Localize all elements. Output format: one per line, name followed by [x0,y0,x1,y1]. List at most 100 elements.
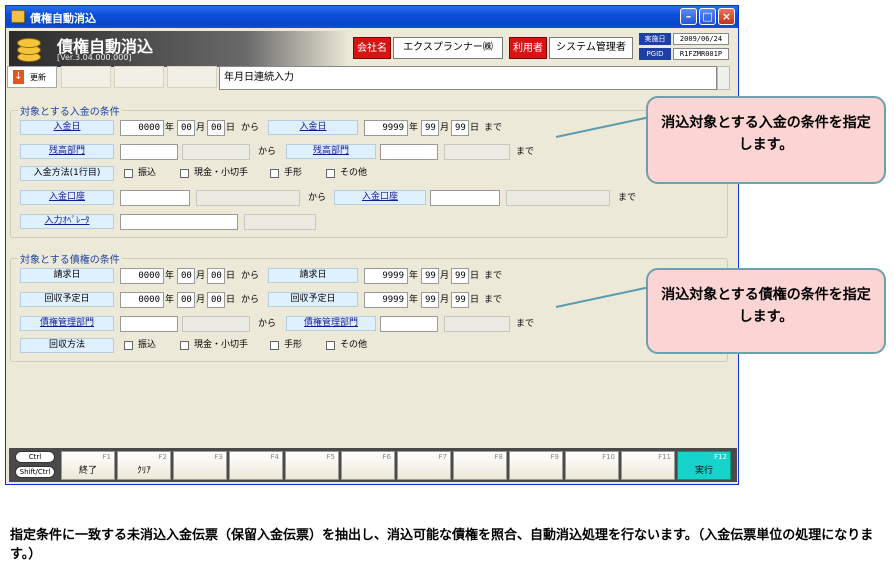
memo-field[interactable]: 年月日連続入力 [219,66,717,90]
mgmt-dept-from-label[interactable]: 債権管理部門 [20,316,114,331]
invoice-year-from[interactable]: 0000 [120,268,164,284]
header-title-area: 債権自動消込 [Ver.3.04.000.000] [9,31,349,67]
fkey-number: F8 [494,453,503,461]
unit-month: 月 [440,295,450,305]
operator-input[interactable] [120,214,238,230]
collection-cash-checkbox[interactable] [180,341,189,350]
collection-other-checkbox[interactable] [326,341,335,350]
deposit-date-from-label[interactable]: 入金日 [20,120,114,135]
unit-year: 年 [165,123,175,133]
balance-dept-from-label[interactable]: 残高部門 [20,144,114,159]
account-to-label[interactable]: 入金口座 [334,190,426,205]
f1-exit-button[interactable]: F1 終了 [61,451,115,480]
f5-button[interactable]: F5 [285,451,339,480]
function-key-bar: Ctrl Shift/Ctrl F1 終了 F2 ｸﾘｱ F3 F4 F5 F6 F… [9,448,737,482]
fkey-number: F2 [158,453,167,461]
invoice-day-from[interactable]: 00 [207,268,225,284]
method-transfer-checkbox[interactable] [124,169,133,178]
from-text: から [308,193,327,203]
deposit-month-to[interactable]: 99 [421,120,439,136]
fkey-number: F10 [602,453,615,461]
payment-callout: 消込対象とする入金の条件を指定します。 [646,96,886,184]
toolbar-blank-2[interactable] [114,66,164,88]
header-band: 債権自動消込 [Ver.3.04.000.000] 会社名 エクスプランナー㈱ … [9,31,735,67]
invoice-year-to[interactable]: 9999 [364,268,408,284]
to-text: まで [618,193,637,203]
collection-month-to[interactable]: 99 [421,292,439,308]
mgmt-dept-to-label[interactable]: 債権管理部門 [286,316,376,331]
deposit-date-to-label[interactable]: 入金日 [268,120,358,135]
update-label: 更新 [30,73,46,82]
invoice-month-from[interactable]: 00 [177,268,195,284]
unit-day: 日 [226,271,236,281]
method-cash-label: 現金・小切手 [194,168,249,178]
collection-year-from[interactable]: 0000 [120,292,164,308]
maximize-icon[interactable]: □ [699,8,716,25]
receivable-section-title: 対象とする債権の条件 [18,251,122,266]
f6-button[interactable]: F6 [341,451,395,480]
deposit-day-from[interactable]: 00 [207,120,225,136]
mgmt-dept-to-input[interactable] [380,316,438,332]
balance-dept-from-input[interactable] [120,144,178,160]
f4-button[interactable]: F4 [229,451,283,480]
f12-execute-button[interactable]: F12 実行 [677,451,731,480]
method-bill-checkbox[interactable] [270,169,279,178]
unit-month: 月 [196,271,206,281]
to-text: まで [484,123,503,133]
balance-dept-to-label[interactable]: 残高部門 [286,144,376,159]
invoice-day-to[interactable]: 99 [451,268,469,284]
f2-clear-button[interactable]: F2 ｸﾘｱ [117,451,171,480]
invoice-month-to[interactable]: 99 [421,268,439,284]
from-text: から [258,147,277,157]
f3-button[interactable]: F3 [173,451,227,480]
deposit-year-from[interactable]: 0000 [120,120,164,136]
minimize-icon[interactable]: – [680,8,697,25]
receivable-callout: 消込対象とする債権の条件を指定します。 [646,268,886,354]
collection-day-to[interactable]: 99 [451,292,469,308]
account-from-name [196,190,300,206]
deposit-month-from[interactable]: 00 [177,120,195,136]
collection-month-from[interactable]: 00 [177,292,195,308]
toolbar-blank-1[interactable] [61,66,111,88]
method-cash-checkbox[interactable] [180,169,189,178]
account-from-input[interactable] [120,190,190,206]
fkey-number: F6 [382,453,391,461]
date-value: 2009/06/24 [673,33,729,45]
collection-method-label: 回収方法 [20,338,114,353]
company-value: エクスプランナー㈱ [393,37,503,59]
company-label: 会社名 [353,37,391,59]
f10-button[interactable]: F10 [565,451,619,480]
shift-ctrl-toggle[interactable]: Shift/Ctrl [15,466,55,478]
unit-day: 日 [226,295,236,305]
toolbar-blank-3[interactable] [167,66,217,88]
deposit-year-to[interactable]: 9999 [364,120,408,136]
window-title: 債権自動消込 [30,12,96,25]
fkey-number: F5 [326,453,335,461]
fkey-number: F1 [102,453,111,461]
title-bar: 債権自動消込 – □ × [6,6,738,28]
memo-scrollbar[interactable] [717,66,730,90]
update-button[interactable]: ↓ 更新 [7,66,57,88]
fkey-number: F9 [550,453,559,461]
unit-day: 日 [470,295,480,305]
balance-dept-to-input[interactable] [380,144,438,160]
f8-button[interactable]: F8 [453,451,507,480]
ctrl-toggle[interactable]: Ctrl [15,451,55,463]
account-from-label[interactable]: 入金口座 [20,190,114,205]
account-to-input[interactable] [430,190,500,206]
collection-transfer-checkbox[interactable] [124,341,133,350]
close-icon[interactable]: × [718,8,735,25]
unit-year: 年 [165,271,175,281]
collection-year-to[interactable]: 9999 [364,292,408,308]
mgmt-dept-from-input[interactable] [120,316,178,332]
method-other-checkbox[interactable] [326,169,335,178]
f11-button[interactable]: F11 [621,451,675,480]
collection-bill-checkbox[interactable] [270,341,279,350]
operator-label[interactable]: 入力ｵﾍﾟﾚｰﾀ [20,214,114,229]
f9-button[interactable]: F9 [509,451,563,480]
deposit-day-to[interactable]: 99 [451,120,469,136]
collection-day-from[interactable]: 00 [207,292,225,308]
app-icon [11,10,25,23]
f7-button[interactable]: F7 [397,451,451,480]
unit-month: 月 [196,123,206,133]
